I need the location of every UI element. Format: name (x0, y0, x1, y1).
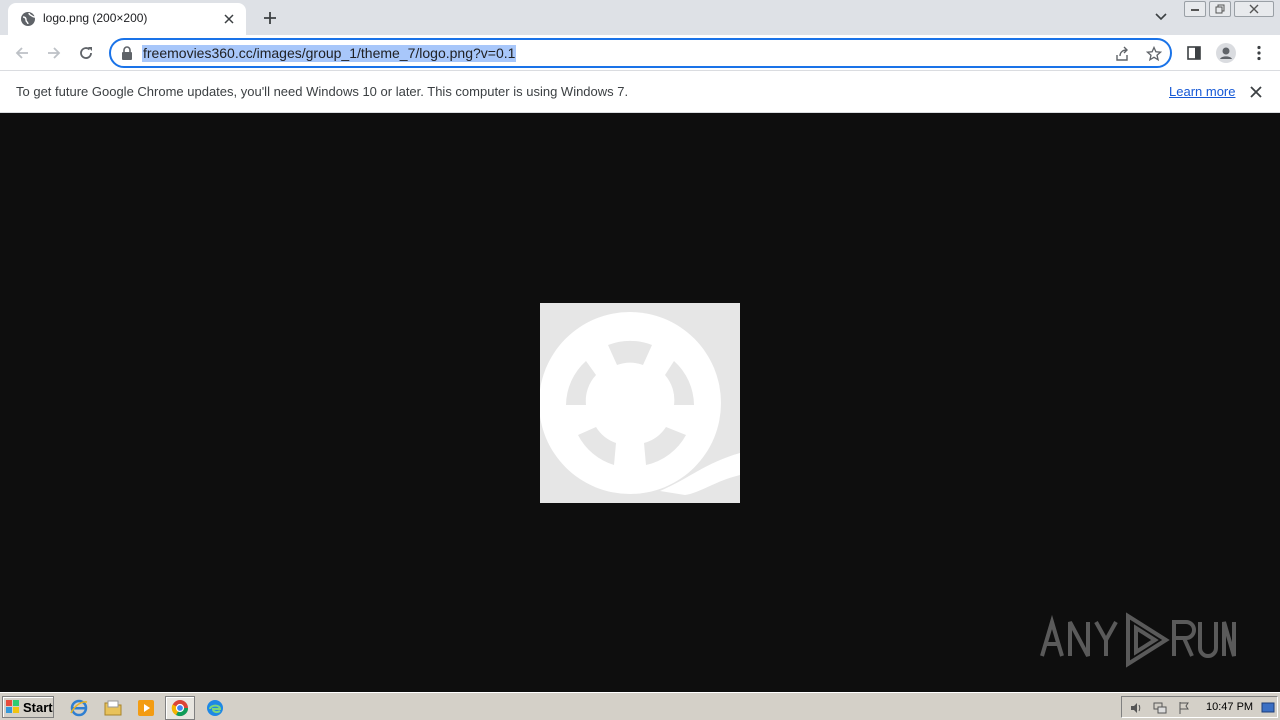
browser-toolbar: freemovies360.cc/images/group_1/theme_7/… (0, 35, 1280, 71)
clock[interactable]: 10:47 PM (1206, 701, 1253, 713)
show-desktop-icon[interactable] (1260, 700, 1276, 716)
bookmark-star-icon[interactable] (1144, 44, 1164, 64)
media-player-icon[interactable] (135, 697, 157, 719)
url-text[interactable]: freemovies360.cc/images/group_1/theme_7/… (142, 45, 517, 62)
tab-strip: logo.png (200×200) (0, 0, 1280, 35)
restore-button[interactable] (1209, 1, 1231, 17)
reload-button[interactable] (72, 39, 100, 67)
tab-search-chevron-icon[interactable] (1150, 6, 1172, 28)
action-center-flag-icon[interactable] (1176, 700, 1192, 716)
tab-close-icon[interactable] (220, 10, 238, 28)
network-icon[interactable] (1152, 700, 1168, 716)
new-tab-button[interactable] (258, 6, 282, 30)
close-infobar-icon[interactable] (1247, 83, 1265, 101)
edge-icon[interactable] (204, 697, 226, 719)
close-window-button[interactable] (1234, 1, 1274, 17)
globe-icon (20, 11, 36, 27)
film-reel-logo-image (540, 303, 740, 503)
lock-icon[interactable] (121, 46, 135, 60)
page-content (0, 113, 1280, 692)
tab-active[interactable]: logo.png (200×200) (8, 3, 246, 35)
internet-explorer-icon[interactable] (68, 697, 90, 719)
chrome-taskbar-icon[interactable] (165, 696, 195, 720)
minimize-button[interactable] (1184, 1, 1206, 17)
windows-logo-icon (6, 700, 19, 713)
file-explorer-icon[interactable] (102, 697, 124, 719)
anyrun-watermark-logo (1036, 608, 1236, 672)
start-label: Start (23, 699, 53, 715)
infobar-message: To get future Google Chrome updates, you… (16, 84, 629, 99)
share-icon[interactable] (1112, 44, 1132, 64)
update-infobar: To get future Google Chrome updates, you… (0, 71, 1280, 113)
windows-taskbar: Start 10:47 PM (0, 692, 1280, 720)
profile-avatar-icon[interactable] (1212, 39, 1240, 67)
tab-title: logo.png (200×200) (43, 11, 148, 25)
system-tray: 10:47 PM (1121, 696, 1278, 718)
menu-kebab-icon[interactable] (1245, 39, 1273, 67)
back-button[interactable] (8, 39, 36, 67)
side-panel-icon[interactable] (1180, 39, 1208, 67)
start-button[interactable]: Start (2, 696, 54, 718)
volume-icon[interactable] (1128, 700, 1144, 716)
forward-button[interactable] (40, 39, 68, 67)
address-bar[interactable]: freemovies360.cc/images/group_1/theme_7/… (109, 38, 1172, 68)
learn-more-link[interactable]: Learn more (1169, 84, 1235, 99)
